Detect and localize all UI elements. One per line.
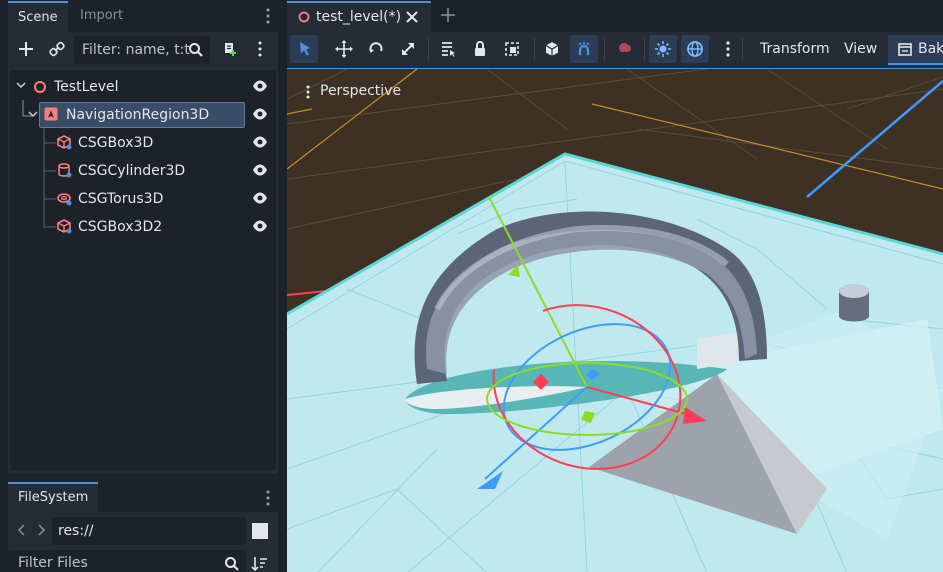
tree-item-csgtorus3d[interactable]: CSGTorus3D <box>12 185 274 213</box>
bake-icon <box>898 42 912 56</box>
new-tab-icon[interactable] <box>441 8 455 22</box>
viewport-menu-icon[interactable] <box>306 85 310 99</box>
tree-item-label: CSGTorus3D <box>78 191 164 207</box>
transform-menu[interactable]: Transform <box>760 41 830 57</box>
filter-files-placeholder: Filter Files <box>18 555 88 571</box>
group-button[interactable] <box>498 35 526 63</box>
visibility-eye-icon[interactable] <box>252 79 268 93</box>
visibility-eye-icon[interactable] <box>252 163 268 177</box>
rotate-tool-button[interactable] <box>362 35 390 63</box>
filter-files-input[interactable]: Filter Files <box>8 550 246 572</box>
tree-item-csgcylinder3d[interactable]: CSGCylinder3D <box>12 157 274 185</box>
left-dock: Scene Import Filter: name, t:t TestLevel… <box>0 0 286 572</box>
tree-item-label: CSGBox3D2 <box>78 219 163 235</box>
visibility-eye-icon[interactable] <box>252 135 268 149</box>
node3d-icon <box>33 80 47 94</box>
tree-item-label: CSGCylinder3D <box>78 163 186 179</box>
csg-box-icon <box>57 219 72 234</box>
toolbar-separator <box>604 38 605 60</box>
tab-filesystem-label: FileSystem <box>18 490 89 505</box>
perspective-label[interactable]: Perspective <box>320 83 401 99</box>
path-value: res:// <box>58 523 94 539</box>
csg-box-icon <box>57 135 72 150</box>
toggle-sun-button[interactable] <box>649 35 677 63</box>
tab-title: test_level(*) <box>316 9 402 25</box>
forward-arrow-icon[interactable] <box>37 524 46 536</box>
local-space-button[interactable] <box>538 35 566 63</box>
tab-test-level[interactable]: test_level(*) <box>287 1 431 32</box>
preview-sun-button[interactable] <box>610 35 638 63</box>
node3d-icon <box>298 11 310 23</box>
visibility-eye-icon[interactable] <box>252 107 268 121</box>
toolbar-separator <box>644 38 645 60</box>
tree-item-label: NavigationRegion3D <box>66 107 210 123</box>
csg-torus-icon <box>57 191 72 206</box>
tree-item-navigationregion3d[interactable]: NavigationRegion3D <box>12 101 274 129</box>
select-tool-button[interactable] <box>290 35 318 63</box>
search-icon <box>224 556 240 572</box>
toolbar-separator <box>742 38 743 60</box>
list-select-button[interactable] <box>434 35 462 63</box>
view-menu[interactable]: View <box>844 41 877 57</box>
toggle-split-icon[interactable] <box>252 523 268 539</box>
tree-item-csgbox3d2[interactable]: CSGBox3D2 <box>12 213 274 241</box>
collapse-arrow-icon[interactable] <box>16 82 26 90</box>
toolbar-more-icon[interactable] <box>726 41 730 57</box>
tree-item-csgbox3d[interactable]: CSGBox3D <box>12 129 274 157</box>
collapse-arrow-icon[interactable] <box>28 111 38 119</box>
back-arrow-icon[interactable] <box>17 524 26 536</box>
lock-button[interactable] <box>466 35 494 63</box>
close-icon[interactable] <box>406 11 418 23</box>
visibility-eye-icon[interactable] <box>252 219 268 233</box>
tree-item-testlevel[interactable]: TestLevel <box>12 73 274 101</box>
bake-navmesh-button[interactable]: Bak <box>888 35 943 65</box>
visibility-eye-icon[interactable] <box>252 191 268 205</box>
move-tool-button[interactable] <box>330 35 358 63</box>
scene-editor: test_level(*) Transform View Bak Perspec… <box>287 0 943 572</box>
snap-button[interactable] <box>570 35 598 63</box>
tree-item-label: TestLevel <box>54 79 119 95</box>
3d-viewport[interactable]: Perspective <box>287 68 943 572</box>
toolbar-separator <box>534 38 535 60</box>
scale-tool-button[interactable] <box>394 35 422 63</box>
toolbar-separator <box>428 38 429 60</box>
viewport-scene <box>287 69 943 572</box>
navigation-region-icon <box>44 107 58 121</box>
tree-item-label: CSGBox3D <box>78 135 154 151</box>
path-input[interactable]: res:// <box>52 517 246 545</box>
tab-filesystem[interactable]: FileSystem <box>8 482 99 513</box>
toggle-environment-button[interactable] <box>681 35 709 63</box>
bake-label: Bak <box>918 41 943 57</box>
csg-cylinder-icon <box>57 163 72 178</box>
filesystem-dock-menu-icon[interactable] <box>266 490 270 506</box>
sort-icon[interactable] <box>251 556 268 572</box>
